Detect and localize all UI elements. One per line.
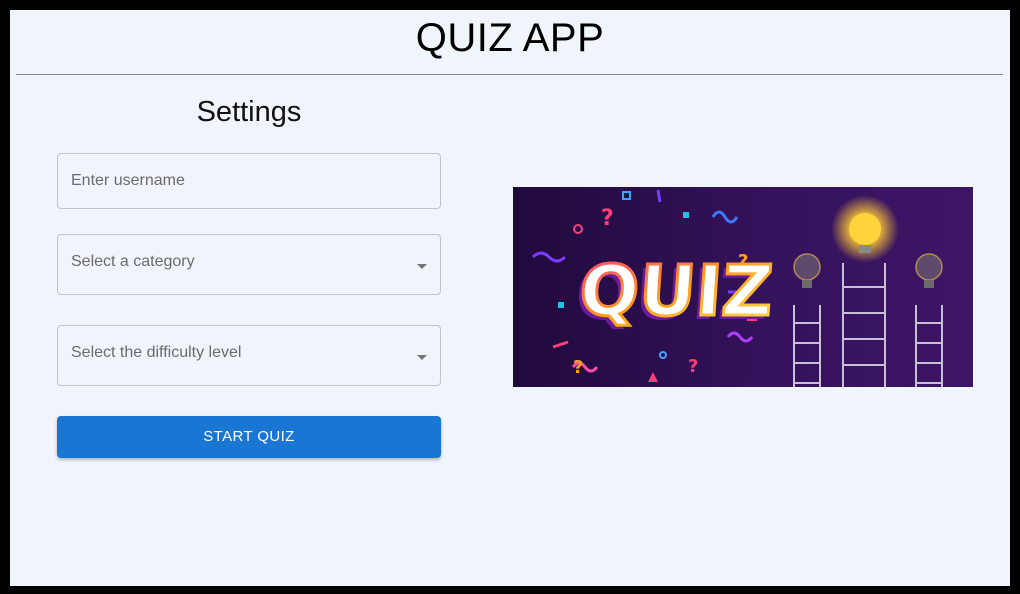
difficulty-select[interactable]: Select the difficulty level bbox=[57, 325, 441, 386]
chevron-down-icon bbox=[417, 355, 427, 360]
settings-title: Settings bbox=[196, 96, 302, 128]
app-title: QUIZ APP bbox=[415, 16, 605, 60]
svg-text:?: ? bbox=[573, 357, 583, 378]
start-quiz-button[interactable]: START QUIZ bbox=[57, 416, 441, 458]
difficulty-select-label: Select the difficulty level bbox=[71, 344, 242, 361]
username-field[interactable] bbox=[57, 153, 441, 209]
category-select[interactable]: Select a category bbox=[57, 234, 441, 295]
header-divider bbox=[16, 74, 1003, 75]
chevron-down-icon bbox=[417, 264, 427, 269]
category-select-label: Select a category bbox=[71, 253, 195, 270]
app-window: QUIZ APP Settings Select a category Sele… bbox=[10, 10, 1010, 586]
username-input[interactable] bbox=[58, 154, 440, 208]
svg-text:?: ? bbox=[601, 206, 614, 231]
quiz-banner-text: QUIZ bbox=[577, 250, 776, 332]
quiz-banner-illustration: ? ? ? ? QUIZ QUIZ bbox=[513, 187, 973, 387]
svg-text:?: ? bbox=[688, 356, 698, 377]
quiz-banner-image: ? ? ? ? QUIZ QUIZ bbox=[513, 187, 973, 387]
